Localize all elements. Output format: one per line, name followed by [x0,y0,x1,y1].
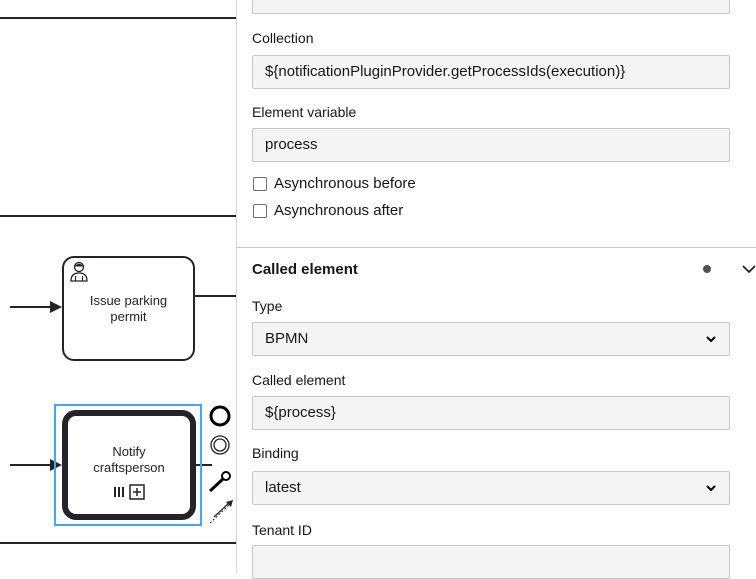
async-before-checkbox[interactable] [253,176,267,191]
binding-select[interactable]: latest [252,471,730,505]
async-before-row[interactable]: Asynchronous before [253,175,416,192]
tenant-id-label: Tenant ID [252,522,312,538]
previous-field[interactable] [252,0,730,14]
element-variable-input[interactable]: process [252,128,730,162]
user-icon [70,261,88,282]
task-label: Issue parking permit [89,292,168,324]
user-task-issue-parking-permit[interactable]: Issue parking permit [62,256,195,361]
async-after-label: Asynchronous after [274,202,404,219]
properties-panel: Collection ${notificationPluginProvider.… [236,0,756,579]
context-pad[interactable] [206,404,236,530]
bpmn-canvas[interactable]: Issue parking permit Notify craftsperson [0,0,236,573]
tenant-id-input[interactable] [252,545,730,579]
sequence-flow[interactable] [10,306,52,308]
collection-input[interactable]: ${notificationPluginProvider.getProcessI… [252,55,730,89]
sequence-flow[interactable] [10,464,52,466]
sequence-flow[interactable] [0,542,236,544]
called-element-input[interactable]: ${process} [252,396,730,430]
end-event-icon[interactable] [209,405,231,427]
element-variable-label: Element variable [252,104,357,120]
async-before-label: Asynchronous before [274,175,416,192]
collapsed-subprocess-icon [129,484,145,500]
arrow-head [50,301,62,313]
chevron-down-icon[interactable] [741,262,756,276]
intermediate-event-icon[interactable] [210,435,230,455]
sequence-flow[interactable] [0,215,236,217]
wrench-icon[interactable] [208,471,231,493]
task-label: Notify craftsperson [93,444,165,475]
section-active-dot-icon [703,265,711,273]
async-after-row[interactable]: Asynchronous after [253,202,403,219]
binding-select-value: latest [265,479,301,496]
type-select[interactable]: BPMN [252,322,730,356]
type-label: Type [252,298,283,314]
call-activity-notify-craftsperson[interactable]: Notify craftsperson [62,410,196,520]
sequence-flow[interactable] [195,295,236,297]
chevron-down-icon [706,485,716,492]
called-element-section-header[interactable]: Called element [252,261,358,278]
async-after-checkbox[interactable] [253,203,267,218]
connect-arrow-icon[interactable] [209,500,233,524]
activity-markers [113,484,145,500]
binding-label: Binding [252,445,299,461]
chevron-down-icon [706,336,716,343]
section-divider [237,247,756,248]
called-element-label: Called element [252,372,346,388]
type-select-value: BPMN [265,330,309,347]
collection-label: Collection [252,30,314,46]
sequence-flow[interactable] [0,17,236,19]
parallel-multi-instance-icon [114,487,124,497]
